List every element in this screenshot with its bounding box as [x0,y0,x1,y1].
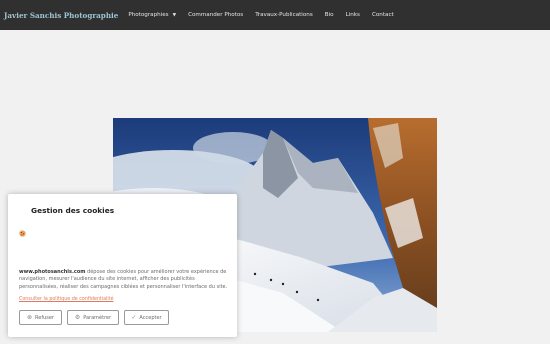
site-brand[interactable]: Javier Sanchis Photographie [4,11,118,20]
nav-item-contact[interactable]: Contact [372,12,394,18]
cookie-dialog-title: Gestion des cookies [31,206,115,215]
check-icon: ✓ [131,314,137,321]
nav-item-label: Photographies [128,12,169,18]
nav-item-photographies[interactable]: Photographies ▼ [128,12,176,18]
main-nav: Photographies ▼ Commander Photos Travaux… [128,12,405,18]
nav-item-commander-photos[interactable]: Commander Photos [188,12,243,18]
nav-item-bio[interactable]: Bio [325,12,334,18]
accept-button[interactable]: ✓ Accepter [124,310,169,325]
nav-item-travaux-publications[interactable]: Travaux-Publications [255,12,313,18]
refuse-button[interactable]: ⊗ Refuser [19,310,62,325]
nav-item-links[interactable]: Links [346,12,360,18]
chevron-down-icon: ▼ [172,12,177,18]
cookie-description: www.photosanchis.com dépose des cookies … [19,269,234,291]
cookie-site-name: www.photosanchis.com [19,269,86,275]
refuse-button-label: Refuser [35,314,55,321]
cookie-consent-dialog: Gestion des cookies www.photosanchis.com… [8,194,237,337]
gear-icon: ⚙ [74,314,81,321]
close-circle-icon: ⊗ [26,314,33,321]
cookie-icon [19,230,26,237]
settings-button[interactable]: ⚙ Paramétrer [67,310,119,325]
settings-button-label: Paramétrer [83,314,112,321]
top-navbar: Javier Sanchis Photographie Photographie… [0,0,550,30]
privacy-policy-link[interactable]: Consulter la politique de confidentialit… [19,297,114,302]
accept-button-label: Accepter [139,314,162,321]
